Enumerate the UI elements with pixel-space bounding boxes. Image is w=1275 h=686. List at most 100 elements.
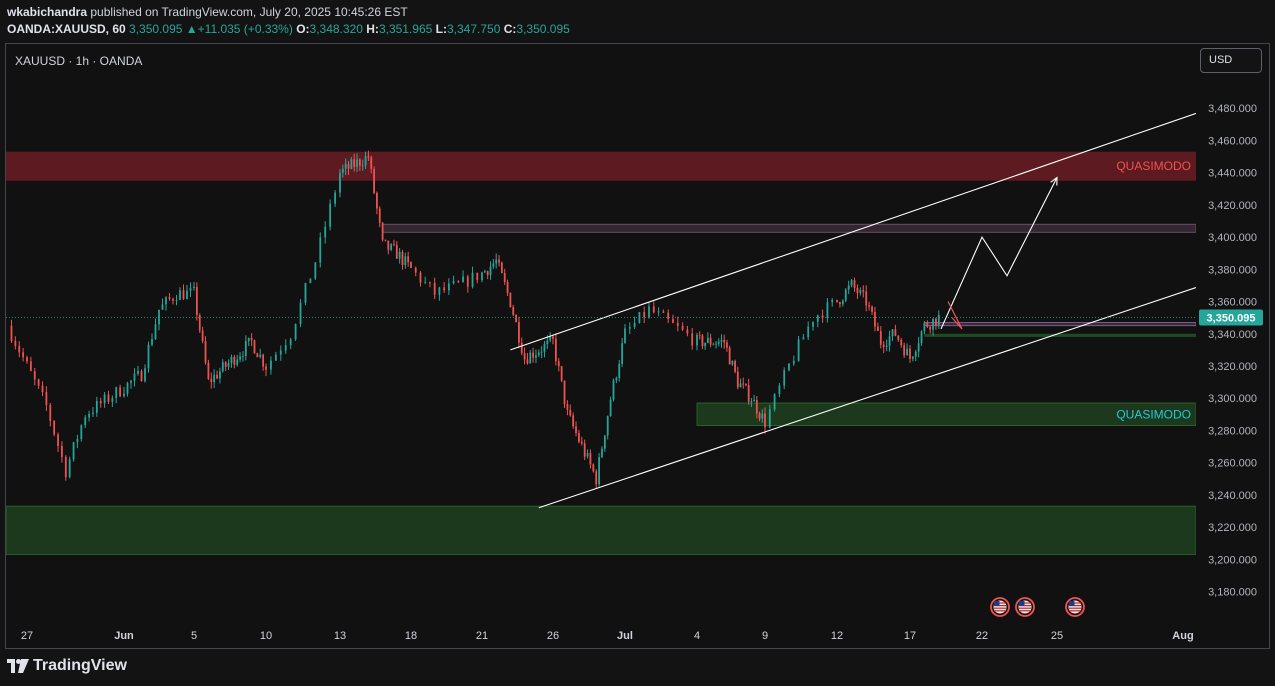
tradingview-brand: TradingView: [33, 657, 127, 674]
candle-body: [158, 309, 160, 325]
candle-body: [572, 415, 575, 427]
candle-body: [856, 287, 859, 294]
candle-body: [696, 334, 698, 346]
candle-body: [552, 336, 554, 339]
candle-body: [836, 299, 838, 303]
candle-body: [364, 156, 367, 166]
y-tick-label: 3,220.000: [1208, 522, 1257, 534]
candle-body: [140, 370, 143, 382]
y-tick-label: 3,360.000: [1208, 297, 1257, 309]
candle-body: [526, 359, 529, 364]
candle-body: [783, 370, 786, 386]
candle-body: [909, 348, 911, 359]
price-chart[interactable]: QUASIMODO QUASIMODO 3,180.000 3,200.000 3,22…: [0, 0, 1275, 651]
y-tick-label: 3,340.000: [1208, 329, 1257, 341]
candle-body: [734, 361, 736, 372]
candle-body: [294, 324, 297, 340]
candle-body: [236, 359, 239, 365]
candle-body: [563, 380, 566, 405]
y-tick-label: 3,200.000: [1208, 554, 1257, 566]
candle-body: [224, 362, 227, 367]
candle-body: [107, 394, 110, 402]
candle-body: [515, 314, 517, 323]
tradingview-logo[interactable]: TradingView: [7, 657, 127, 675]
x-tick-label: Jun: [114, 630, 134, 642]
candle-body: [812, 321, 814, 327]
us-flag-icon: [1015, 597, 1035, 617]
candle-body: [68, 459, 71, 478]
candle-body: [736, 371, 739, 388]
candle-body: [476, 272, 479, 281]
y-tick-label: 3,440.000: [1208, 168, 1257, 180]
candle-body: [606, 416, 609, 436]
x-tick-label: 18: [405, 630, 417, 642]
candle-body: [540, 351, 543, 353]
candle-body: [195, 286, 198, 315]
candle-body: [506, 282, 509, 293]
candle-body: [213, 374, 216, 383]
candle-body: [681, 325, 684, 330]
candle-body: [509, 292, 512, 308]
candle-body: [419, 272, 422, 283]
candle-body: [84, 417, 87, 426]
candle-body: [398, 251, 401, 259]
candle-body: [344, 163, 347, 169]
y-tick-label: 3,320.000: [1208, 361, 1257, 373]
candle-body: [728, 347, 731, 365]
candle-body: [274, 354, 277, 361]
candle-body: [329, 203, 332, 227]
candle-body: [26, 357, 28, 362]
candle-body: [410, 262, 412, 268]
candle-body: [560, 366, 563, 381]
footer: [0, 651, 1275, 686]
candle-body: [529, 352, 532, 364]
candle-body: [250, 337, 253, 341]
flag-canton: [994, 601, 1000, 606]
candle-body: [76, 439, 79, 443]
candle-body: [201, 330, 204, 342]
candle-body: [701, 335, 704, 347]
candle-body: [882, 344, 885, 347]
candle-body: [723, 340, 726, 343]
candle-body: [175, 299, 178, 301]
candle-body: [198, 314, 201, 331]
candle-body: [768, 409, 771, 428]
candle-body: [376, 192, 378, 209]
plot-area: [6, 112, 1196, 555]
candle-body: [720, 340, 723, 342]
candle-body: [549, 336, 552, 341]
candle-body: [233, 356, 236, 365]
candle-body: [578, 433, 580, 442]
candle-body: [347, 163, 350, 169]
candle-body: [299, 302, 302, 325]
y-tick-label: 3,280.000: [1208, 425, 1257, 437]
candle-body: [95, 400, 98, 413]
candle-body: [831, 299, 834, 303]
x-tick-label: 21: [476, 630, 488, 642]
candle-body: [885, 345, 888, 347]
candle-body: [894, 329, 897, 336]
candle-body: [586, 453, 589, 457]
candle-body: [862, 289, 865, 292]
candle-body: [324, 226, 327, 238]
candle-body: [161, 304, 164, 310]
candle-body: [33, 371, 36, 380]
candle-body: [802, 337, 805, 340]
candle-body: [270, 360, 272, 370]
candle-body: [691, 333, 694, 346]
candle-body: [424, 281, 427, 283]
candle-body: [844, 289, 847, 301]
zone-support-4: [924, 333, 1196, 337]
candle-body: [601, 448, 603, 458]
candle-body: [676, 322, 679, 326]
candle-body: [761, 413, 764, 419]
candle-body: [643, 312, 646, 318]
candle-body: [239, 356, 241, 360]
candle-body: [165, 297, 167, 305]
candle-body: [466, 276, 469, 287]
candle-body: [648, 306, 650, 318]
currency-button[interactable]: USD: [1200, 48, 1262, 73]
candle-body: [207, 362, 210, 379]
candle-body: [61, 445, 63, 457]
zone-demand-3: [6, 505, 1196, 555]
